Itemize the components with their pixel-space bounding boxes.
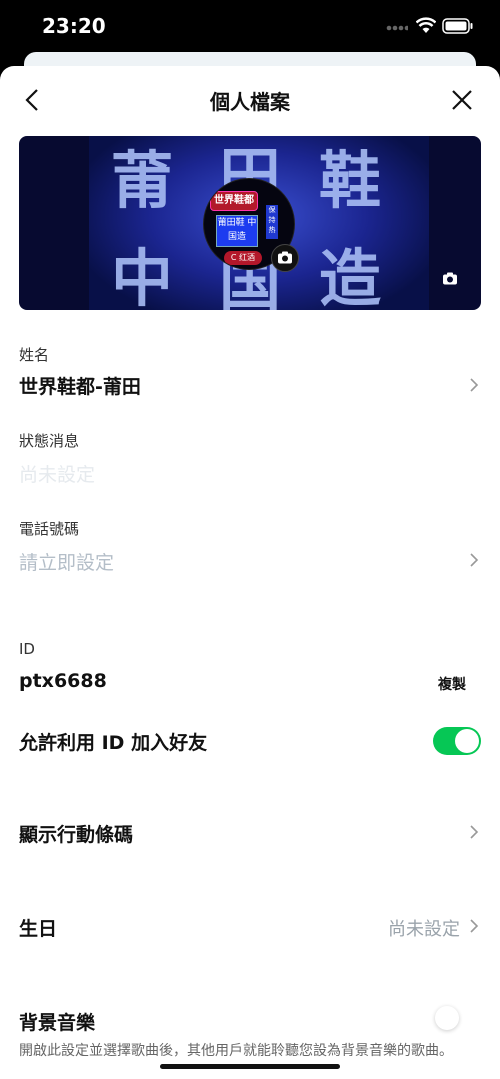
signal-icon <box>386 25 408 31</box>
birthday-label: 生日 <box>19 918 58 940</box>
allow-id-toggle[interactable] <box>433 727 481 755</box>
status-time: 23:20 <box>42 14 106 38</box>
close-icon[interactable] <box>448 86 476 114</box>
bgm-label: 背景音樂 <box>19 1012 96 1034</box>
status-message-value[interactable]: 尚未設定 <box>19 460 95 487</box>
cover-char: 莆 <box>111 144 174 217</box>
barcode-label[interactable]: 顯示行動條碼 <box>19 820 133 847</box>
camera-icon[interactable] <box>271 244 299 272</box>
page-title: 個人檔案 <box>210 90 290 114</box>
battery-icon <box>442 18 473 34</box>
chevron-right-icon[interactable] <box>468 376 480 394</box>
status-message-label: 狀態消息 <box>19 432 80 450</box>
id-label: ID <box>19 640 35 658</box>
name-value[interactable]: 世界鞋都-莆田 <box>19 372 141 399</box>
header: 個人檔案 <box>0 66 500 132</box>
chevron-right-icon[interactable] <box>468 917 480 935</box>
bgm-toggle[interactable] <box>433 1004 481 1032</box>
copy-button[interactable]: 複製 <box>438 674 466 694</box>
profile-sheet: 個人檔案 莆 田 鞋 中 国 造 世界鞋都 莆田鞋 中国造 C 红酒 保持 热 … <box>0 66 500 1079</box>
avatar-sign: C 红酒 <box>224 251 262 265</box>
avatar-sign: 莆田鞋 中国造 <box>216 215 258 247</box>
toggle-knob <box>455 729 479 753</box>
id-value: ptx6688 <box>19 670 107 692</box>
cover-char: 中 <box>111 242 174 310</box>
name-label: 姓名 <box>19 346 50 364</box>
allow-id-label: 允許利用 ID 加入好友 <box>19 732 208 754</box>
cover-char: 鞋 <box>319 144 382 217</box>
phone-label: 電話號碼 <box>19 520 80 538</box>
avatar-sign: 保持 热 <box>266 205 278 239</box>
phone-value[interactable]: 請立即設定 <box>19 548 114 575</box>
bgm-description: 開啟此設定並選擇歌曲後，其他用戶就能聆聽您設為背景音樂的歌曲。 <box>19 1043 453 1059</box>
cover-char: 造 <box>319 242 382 310</box>
wifi-icon <box>416 17 436 33</box>
chevron-right-icon[interactable] <box>468 551 480 569</box>
chevron-right-icon[interactable] <box>468 823 480 841</box>
camera-icon[interactable] <box>437 266 463 292</box>
avatar-sign: 世界鞋都 <box>210 191 258 211</box>
home-indicator <box>160 1064 340 1069</box>
birthday-value[interactable]: 尚未設定 <box>388 915 460 941</box>
cover-image[interactable]: 莆 田 鞋 中 国 造 世界鞋都 莆田鞋 中国造 C 红酒 保持 热 <box>19 136 481 310</box>
toggle-knob <box>435 1006 459 1030</box>
status-bar: 23:20 <box>0 0 500 56</box>
